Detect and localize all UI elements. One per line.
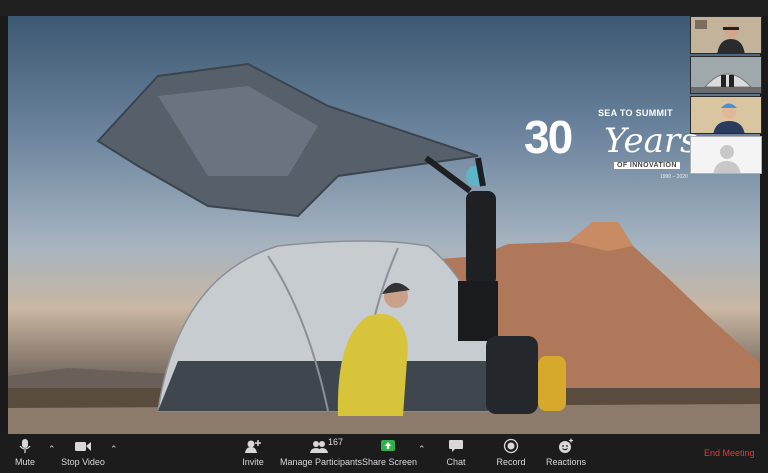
participant-tile[interactable] [690,96,762,134]
participant-count: 167 [328,437,344,447]
record-icon [503,438,519,454]
reactions-label: Reactions [546,457,587,467]
window-title-bar [0,0,768,16]
backpack-black [486,336,538,414]
stop-video-label: Stop Video [61,457,105,467]
participant-tile[interactable] [690,136,762,174]
reactions-button[interactable]: Reactions [546,438,586,470]
logo-tagline: OF INNOVATION [614,162,680,169]
logo-brand-text: SEA TO SUMMIT [598,108,673,118]
person-standing [466,191,496,286]
avatar-head [720,145,734,159]
manage-participants-button[interactable]: 167 Manage Participants [280,437,363,470]
logo-dates: 1990 – 2020 [660,174,688,180]
share-screen-icon [381,440,395,451]
end-meeting-button[interactable]: End Meeting [704,448,755,458]
meeting-toolbar: Mute ⌃ Stop Video ⌃ Invite 167 Manage Pa… [0,434,768,473]
chevron-up-icon[interactable]: ⌃ [48,444,56,455]
participant-video [691,57,761,93]
active-speaker-video: SEA TO SUMMIT 30 Years OF INNOVATION 199… [8,16,760,434]
participant-video [691,17,761,53]
mute-label: Mute [14,457,35,467]
invite-label: Invite [242,457,264,467]
stop-video-button[interactable]: Stop Video [60,438,106,470]
share-screen-button[interactable]: Share Screen [362,438,418,470]
chevron-up-icon[interactable]: ⌃ [418,444,426,455]
chat-button[interactable]: Chat [444,438,468,470]
chevron-up-icon[interactable]: ⌃ [110,444,118,455]
add-user-icon [245,440,261,453]
chat-bubble-icon [449,440,463,452]
microphone-icon [19,439,31,453]
avatar-placeholder [691,137,761,173]
mute-button[interactable]: Mute [10,438,40,470]
manage-participants-label: Manage Participants [280,457,363,467]
video-scene [8,62,760,434]
logo-years: Years [604,121,698,161]
record-button[interactable]: Record [496,438,526,470]
participants-icon [310,441,328,453]
backpack-yellow [538,356,566,411]
participant-tile[interactable] [690,56,762,94]
smiley-icon [559,438,573,453]
invite-button[interactable]: Invite [240,438,266,470]
video-camera-icon [75,442,91,451]
tent-base [158,361,498,411]
participant-tile[interactable] [690,16,762,54]
share-screen-label: Share Screen [362,457,418,467]
person-arm [424,155,472,194]
record-label: Record [496,457,526,467]
person-standing-legs [458,281,498,341]
participant-video [691,97,761,133]
logo-number: 30 [524,111,573,163]
chat-label: Chat [446,457,466,467]
